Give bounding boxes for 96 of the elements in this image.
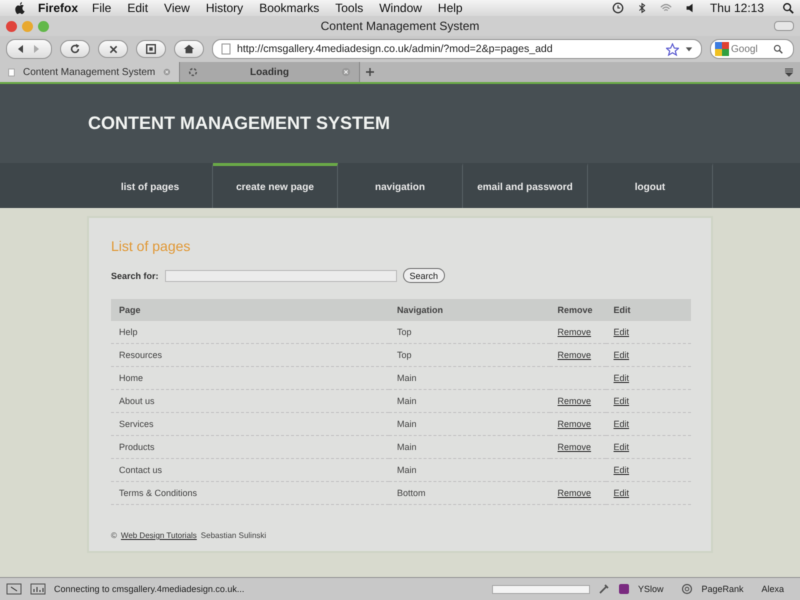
menu-item[interactable]: Help [438, 1, 463, 15]
table-cell: Contact us [119, 465, 162, 475]
remove-link[interactable]: Remove [558, 488, 592, 498]
nav-link[interactable]: email and password [463, 163, 588, 208]
clock-text[interactable]: Thu 12:13 [710, 1, 764, 15]
table-cell: Main [397, 373, 417, 383]
yslow-icon[interactable] [618, 583, 630, 595]
frame-icon [145, 43, 157, 55]
edit-link[interactable]: Edit [614, 442, 630, 452]
edit-link[interactable]: Edit [614, 350, 630, 360]
table-cell: Main [397, 419, 417, 429]
search-input[interactable]: Googl [731, 44, 771, 54]
remove-link[interactable]: Remove [558, 396, 592, 406]
remove-link[interactable]: Remove [558, 419, 592, 429]
search-icon[interactable] [773, 44, 783, 54]
author-name: Sebastian Sulinski [200, 531, 266, 540]
table-cell: Services [119, 419, 154, 429]
edit-link[interactable]: Edit [614, 488, 630, 498]
menu-item[interactable]: Tools [335, 1, 364, 15]
page-icon [8, 66, 15, 78]
close-button[interactable] [6, 20, 17, 32]
app-menu[interactable]: Firefox [38, 1, 78, 15]
menu-item[interactable]: Bookmarks [259, 1, 320, 15]
copyright-symbol: © [111, 531, 117, 540]
dropdown-icon[interactable] [685, 45, 693, 53]
menu-item[interactable]: History [206, 1, 244, 15]
toolbar-toggle-button[interactable] [774, 21, 794, 31]
table-cell: Home [119, 373, 144, 383]
apple-icon[interactable] [14, 2, 26, 14]
section-heading: List of pages [111, 238, 192, 254]
status-text: Connecting to cmsgallery.4mediadesign.co.uk... [54, 584, 244, 594]
table-cell: Terms & Conditions [119, 488, 198, 498]
edit-link[interactable]: Edit [614, 396, 630, 406]
browser-tab[interactable]: Content Management System [0, 62, 180, 82]
address-bar[interactable]: http://cmsgallery.4mediadesign.co.uk/admin/?mod=2&p=pages_add [212, 39, 702, 59]
edit-link[interactable]: Edit [614, 419, 630, 429]
status-item[interactable]: Alexa [761, 584, 784, 594]
back-forward-button[interactable] [6, 39, 52, 59]
browser-tab[interactable]: Loading [180, 62, 360, 82]
screenshot-button[interactable] [136, 40, 166, 58]
table-cell: Resources [119, 350, 162, 360]
table-cell: Main [397, 396, 417, 406]
column-header: Page [119, 305, 141, 315]
column-header: Edit [614, 305, 631, 315]
stop-button[interactable] [98, 40, 128, 58]
nav-link[interactable]: create new page [213, 163, 338, 208]
chart-icon[interactable] [30, 583, 46, 595]
reload-icon [69, 43, 81, 55]
remove-link[interactable]: Remove [558, 442, 592, 452]
table-cell: Help [119, 327, 138, 337]
close-icon [108, 44, 118, 54]
table-cell: Top [397, 327, 412, 337]
table-cell: Main [397, 442, 417, 452]
search-label: Search for: [111, 270, 159, 280]
nav-link[interactable]: navigation [338, 163, 463, 208]
column-header: Remove [558, 305, 593, 315]
column-header: Navigation [397, 305, 444, 315]
nav-link[interactable]: list of pages [88, 163, 213, 208]
table-cell: Top [397, 350, 412, 360]
google-icon[interactable] [715, 42, 729, 56]
url-text: http://cmsgallery.4mediadesign.co.uk/admin/?mod=2&p=pages_add [237, 43, 554, 55]
clock-icon[interactable] [612, 2, 624, 14]
site-title: CONTENT MANAGEMENT SYSTEM [88, 113, 390, 134]
edit-link[interactable]: Edit [614, 465, 630, 475]
search-icon[interactable] [782, 2, 794, 14]
footer-link[interactable]: Web Design Tutorials [120, 531, 197, 540]
table-cell: Bottom [397, 488, 426, 498]
edit-link[interactable]: Edit [614, 327, 630, 337]
table-cell: Products [119, 442, 155, 452]
menu-item[interactable]: Window [379, 1, 422, 15]
window-title: Content Management System [320, 19, 480, 33]
search-button[interactable]: Search [402, 268, 446, 283]
edit-link[interactable]: Edit [614, 373, 630, 383]
home-icon [183, 43, 195, 55]
nav-link[interactable]: logout [588, 163, 713, 208]
loading-icon [188, 67, 198, 77]
table-cell: About us [119, 396, 155, 406]
menu-item[interactable]: File [92, 1, 112, 15]
menu-item[interactable]: View [164, 1, 190, 15]
search-field[interactable] [164, 270, 397, 282]
star-icon[interactable] [666, 42, 679, 56]
home-button[interactable] [174, 40, 204, 58]
search-field[interactable]: Googl [710, 39, 794, 59]
tab-list-icon[interactable] [784, 67, 794, 77]
remove-link[interactable]: Remove [558, 327, 592, 337]
plus-icon [365, 67, 375, 77]
tool-icon[interactable] [598, 583, 610, 595]
remove-link[interactable]: Remove [558, 350, 592, 360]
menu-item[interactable]: Edit [127, 1, 148, 15]
at-icon[interactable] [681, 583, 694, 595]
status-item[interactable]: YSlow [638, 584, 664, 594]
table-cell: Main [397, 465, 417, 475]
reload-button[interactable] [60, 40, 90, 58]
status-item[interactable]: PageRank [701, 584, 744, 594]
page-icon [221, 43, 231, 55]
status-icon[interactable] [6, 583, 22, 595]
